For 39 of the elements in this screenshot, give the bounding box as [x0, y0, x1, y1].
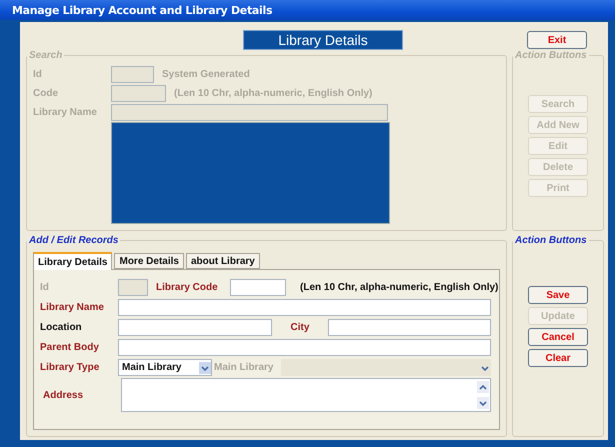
hint-text: (Len 10 Chr, alpha-numeric, English Only): [300, 282, 498, 293]
scroll-up-icon[interactable]: [477, 381, 489, 393]
exit-button[interactable]: Exit: [527, 31, 587, 49]
field-label: Code: [33, 88, 59, 99]
field-label: Address: [42, 390, 84, 400]
form-heading: Library Details: [243, 30, 403, 50]
tab[interactable]: about Library: [186, 253, 260, 269]
field-label: Location: [40, 322, 83, 333]
field-label: Library Name: [33, 107, 98, 118]
section-legend: Action Buttons: [513, 50, 589, 61]
address-field[interactable]: [121, 378, 491, 412]
results-list[interactable]: [111, 122, 390, 224]
chevron-down-icon[interactable]: [199, 362, 211, 374]
field-label: Parent Body: [40, 342, 100, 353]
window-title: Manage Library Account and Library Details: [12, 4, 272, 16]
hint-text: System Generated: [162, 69, 250, 80]
tab[interactable]: Library Details: [33, 252, 112, 270]
section-legend: Action Buttons: [513, 235, 589, 246]
section-legend: Add / Edit Records: [27, 235, 120, 246]
input-field[interactable]: [328, 319, 491, 336]
hint-text: (Len 10 Chr, alpha-numeric, English Only): [174, 88, 372, 99]
tab[interactable]: More Details: [114, 253, 184, 269]
field-label: Library Code: [156, 282, 219, 293]
action-button[interactable]: Clear: [528, 349, 588, 367]
type-dropdown[interactable]: Main Library: [118, 359, 212, 376]
action-button[interactable]: Save: [528, 286, 588, 304]
scroll-down-icon[interactable]: [477, 397, 489, 409]
input-field[interactable]: [118, 299, 491, 316]
input-field[interactable]: [118, 339, 491, 356]
input-field[interactable]: [118, 319, 272, 336]
field-label: Library Name: [40, 302, 105, 313]
field-label: Main Library: [214, 362, 274, 373]
section-legend: Search: [27, 50, 64, 61]
input-field[interactable]: [230, 279, 286, 296]
field-label: Id: [40, 282, 50, 293]
action-button[interactable]: Cancel: [528, 328, 588, 346]
field-label: Id: [33, 69, 43, 80]
field-label: City: [290, 322, 310, 333]
field-label: Library Type: [40, 362, 100, 373]
